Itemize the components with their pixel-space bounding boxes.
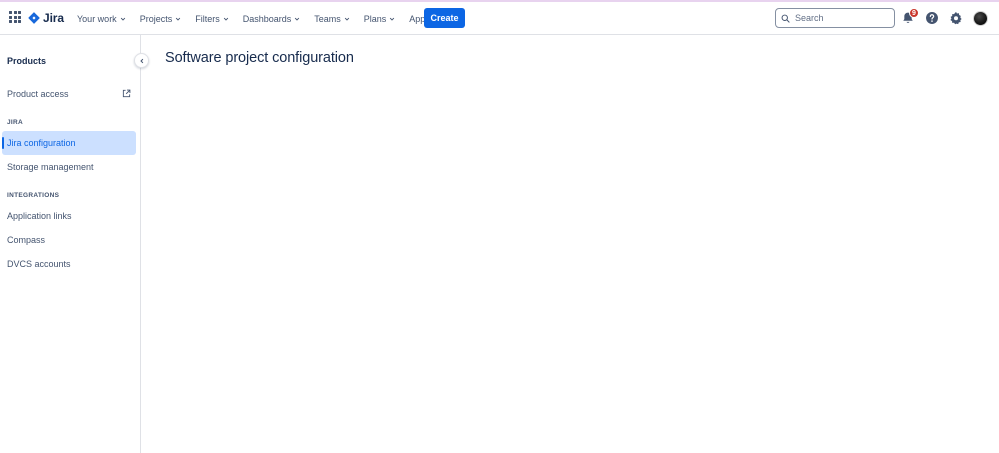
sidebar-title: Products — [7, 56, 47, 66]
section-heading-integrations: INTEGRATIONS — [7, 192, 60, 199]
sidebar-item-application-links[interactable]: Application links — [2, 204, 136, 228]
nav-item-label: Filters — [195, 14, 220, 24]
search-icon — [781, 14, 790, 23]
create-button[interactable]: Create — [424, 8, 465, 28]
search-box[interactable] — [775, 8, 895, 28]
page-title: Software project configuration — [165, 50, 354, 66]
primary-menu: Your work Projects Filters Dashboards Te… — [70, 8, 446, 30]
sidebar-item-label: DVCS accounts — [7, 259, 71, 269]
sidebar-item-jira-configuration[interactable]: Jira configuration — [2, 131, 136, 155]
chevron-down-icon — [176, 17, 181, 21]
sidebar-item-label: Application links — [7, 211, 72, 221]
external-link-icon — [122, 89, 131, 98]
nav-plans[interactable]: Plans — [357, 8, 403, 30]
nav-dashboards[interactable]: Dashboards — [236, 8, 308, 30]
help-icon — [926, 12, 938, 24]
sidebar-item-label: Storage management — [7, 162, 94, 172]
user-avatar[interactable] — [973, 11, 988, 26]
nav-item-label: Your work — [77, 14, 117, 24]
chevron-down-icon — [390, 17, 395, 21]
sidebar-item-storage-management[interactable]: Storage management — [2, 155, 136, 179]
sidebar-item-compass[interactable]: Compass — [2, 228, 136, 252]
chevron-down-icon — [120, 17, 125, 21]
nav-your-work[interactable]: Your work — [70, 8, 133, 30]
sidebar-item-label: Product access — [7, 89, 69, 99]
nav-item-label: Projects — [139, 14, 173, 24]
jira-logo[interactable]: Jira — [28, 10, 64, 26]
collapse-sidebar-button[interactable] — [134, 53, 149, 68]
chevron-down-icon — [295, 17, 300, 21]
chevron-down-icon — [223, 17, 228, 21]
section-heading-jira: JIRA — [7, 119, 24, 126]
search-input[interactable] — [795, 13, 895, 23]
nav-projects[interactable]: Projects — [133, 8, 189, 30]
nav-item-label: Dashboards — [242, 14, 292, 24]
app-switcher-icon[interactable] — [9, 11, 21, 23]
top-navigation: Jira Your work Projects Filters Dashboar… — [0, 2, 999, 35]
sidebar-item-product-access[interactable]: Product access — [2, 82, 136, 106]
sidebar-item-label: Compass — [7, 235, 46, 245]
nav-filters[interactable]: Filters — [188, 8, 236, 30]
sidebar-item-label: Jira configuration — [7, 138, 76, 148]
nav-item-label: Plans — [363, 14, 387, 24]
sidebar-item-dvcs-accounts[interactable]: DVCS accounts — [2, 252, 136, 276]
nav-teams[interactable]: Teams — [307, 8, 357, 30]
chevron-down-icon — [344, 17, 349, 21]
settings-icon — [950, 11, 962, 25]
sidebar: Products Product access JIRA Jira config… — [0, 35, 141, 453]
settings-button[interactable] — [948, 10, 964, 26]
nav-item-label: Teams — [314, 14, 341, 24]
help-button[interactable] — [924, 10, 940, 26]
jira-logo-icon — [28, 12, 40, 24]
jira-logo-text: Jira — [43, 11, 64, 25]
chevron-left-icon — [139, 58, 143, 63]
notification-count-badge: 9 — [909, 8, 919, 18]
